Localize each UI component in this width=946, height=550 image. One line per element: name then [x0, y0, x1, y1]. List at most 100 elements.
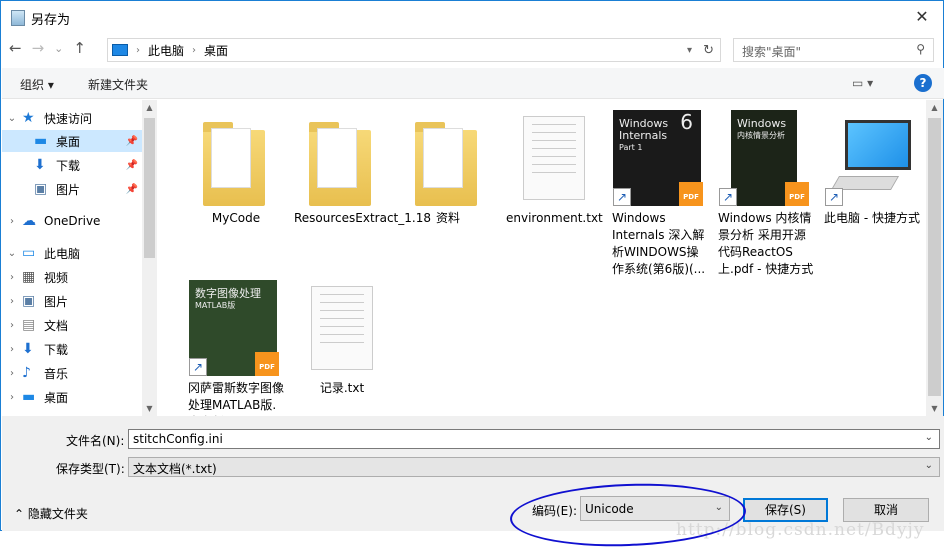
- expand-chevron-icon[interactable]: ›: [2, 216, 22, 227]
- text-file-icon: [311, 286, 373, 370]
- view-options-button[interactable]: ▭ ▾: [852, 76, 873, 90]
- sidebar-item[interactable]: ⌄ ★ 快速访问: [2, 107, 142, 129]
- file-item[interactable]: 资料: [396, 110, 496, 227]
- sidebar-item-label: 图片: [56, 182, 81, 197]
- sidebar-item[interactable]: › ▤ 文档: [2, 314, 142, 336]
- expand-chevron-icon[interactable]: ⌄: [2, 113, 22, 124]
- download-icon: ⬇: [34, 157, 46, 173]
- pin-icon[interactable]: 📌: [126, 184, 138, 195]
- download-icon: ⬇: [22, 341, 34, 357]
- encoding-label: 编码(E):: [532, 504, 577, 518]
- chevron-down-icon[interactable]: ⌄: [925, 432, 933, 443]
- chevron-down-icon: ⌄: [714, 502, 723, 513]
- save-button[interactable]: 保存(S): [743, 498, 828, 522]
- file-item[interactable]: environment.txt: [502, 110, 603, 227]
- sidebar-item[interactable]: › ♪ 音乐: [2, 362, 142, 384]
- back-button[interactable]: ←: [9, 39, 22, 57]
- recent-locations-button[interactable]: ⌄: [54, 42, 63, 55]
- new-folder-button[interactable]: 新建文件夹: [88, 76, 148, 93]
- help-button[interactable]: ?: [914, 74, 932, 92]
- file-name: 资料: [435, 211, 460, 225]
- filename-input[interactable]: stitchConfig.ini ⌄: [128, 429, 940, 449]
- toolbar: 组织 ▾ 新建文件夹 ▭ ▾ ?: [2, 68, 944, 99]
- file-list: MyCode ResourcesExtract_1.18 资料 environment…: [161, 100, 926, 416]
- sidebar-item[interactable]: › ▬ 桌面: [2, 386, 142, 408]
- pdf-badge-icon: PDF: [255, 352, 279, 376]
- expand-chevron-icon[interactable]: ›: [2, 296, 22, 307]
- file-item[interactable]: 数字图像处理MATLAB版↗PDF冈萨雷斯数字图像处理MATLAB版.中文版..…: [184, 280, 284, 416]
- video-icon: ▦: [22, 269, 36, 285]
- computer-icon: [112, 44, 128, 56]
- watermark: http://blog.csdn.net/Bdyjy: [676, 520, 925, 540]
- file-item[interactable]: Windows 内核情景分析 ↗ PDF Windows 内核情景分析 采用开源代码Re…: [714, 110, 814, 278]
- close-button[interactable]: ✕: [907, 3, 937, 31]
- file-name: 此电脑 - 快捷方式: [824, 211, 920, 225]
- expand-chevron-icon[interactable]: ›: [2, 392, 22, 403]
- file-item[interactable]: MyCode: [184, 110, 284, 227]
- shortcut-arrow-icon: ↗: [825, 188, 843, 206]
- title-bar: 另存为: [11, 7, 70, 29]
- folder-icon: [203, 122, 265, 206]
- filename-label: 文件名(N):: [66, 434, 125, 448]
- cancel-button[interactable]: 取消: [843, 498, 929, 522]
- hide-folders-button[interactable]: ⌃ 隐藏文件夹: [14, 505, 88, 522]
- sidebar-item-label: 音乐: [44, 366, 69, 381]
- organize-button[interactable]: 组织 ▾: [20, 76, 54, 93]
- computer-icon: [845, 120, 911, 170]
- breadcrumb-desktop[interactable]: 桌面: [204, 42, 228, 59]
- refresh-icon[interactable]: ↻: [703, 43, 714, 58]
- expand-chevron-icon[interactable]: ›: [2, 320, 22, 331]
- sidebar-item-label: 桌面: [56, 134, 81, 149]
- file-name: environment.txt: [506, 211, 603, 225]
- file-type-select[interactable]: 文本文档(*.txt) ⌄: [128, 457, 940, 477]
- sidebar-scrollbar[interactable]: ▲ ▼: [142, 100, 157, 416]
- pdf-badge-icon: PDF: [679, 182, 703, 206]
- file-name: 冈萨雷斯数字图像处理MATLAB版.中文版...df: [188, 381, 285, 416]
- expand-chevron-icon[interactable]: ⌄: [2, 248, 22, 259]
- sidebar-item[interactable]: ⬇ 下载 📌: [2, 154, 142, 176]
- address-bar[interactable]: › 此电脑 › 桌面 ▾ ↻: [107, 38, 721, 62]
- file-item[interactable]: 记录.txt: [290, 280, 390, 397]
- file-item[interactable]: Windows Internals Part 1 6 ↗ PDF Windows Inte…: [608, 110, 708, 278]
- content-scrollbar[interactable]: ▲ ▼: [926, 100, 943, 416]
- sidebar-item[interactable]: › ▦ 视频: [2, 266, 142, 288]
- pdf-badge-icon: PDF: [785, 182, 809, 206]
- pictures-icon: ▣: [34, 181, 48, 197]
- pictures-icon: ▣: [22, 293, 36, 309]
- sidebar-item[interactable]: ⌄ ▭ 此电脑: [2, 242, 142, 264]
- breadcrumb-this-pc[interactable]: 此电脑: [148, 42, 184, 59]
- chevron-down-icon[interactable]: ▾: [687, 45, 692, 56]
- file-item[interactable]: ↗ 此电脑 - 快捷方式: [820, 110, 920, 227]
- text-file-icon: [523, 116, 585, 200]
- sidebar-item[interactable]: › ⬇ 下载: [2, 338, 142, 360]
- up-button[interactable]: ↑: [73, 39, 86, 57]
- expand-chevron-icon[interactable]: ›: [2, 368, 22, 379]
- chevron-up-icon: ⌃: [14, 507, 28, 521]
- sidebar-item-label: 此电脑: [44, 246, 81, 261]
- sidebar-item[interactable]: › ☁ OneDrive: [2, 210, 142, 232]
- pin-icon[interactable]: 📌: [126, 136, 138, 147]
- sidebar-item-label: 下载: [56, 158, 81, 173]
- navigation-pane: ⌄ ★ 快速访问 ▬ 桌面 📌 ⬇ 下载 📌 ▣ 图片 📌 › ☁ OneDrive ⌄ ▭ 此电脑 › ▦ 视频 › ▣ 图…: [2, 100, 142, 416]
- desktop-icon: ▬: [34, 133, 48, 149]
- shortcut-arrow-icon: ↗: [189, 358, 207, 376]
- pin-icon[interactable]: 📌: [126, 160, 138, 171]
- sidebar-item-label: 文档: [44, 318, 69, 333]
- notepad-icon: [11, 10, 25, 26]
- sidebar-item-label: 桌面: [44, 390, 69, 405]
- shortcut-arrow-icon: ↗: [613, 188, 631, 206]
- forward-button[interactable]: →: [32, 39, 45, 57]
- expand-chevron-icon[interactable]: ›: [2, 272, 22, 283]
- save-as-dialog: 另存为 ✕ ← → ⌄ ↑ › 此电脑 › 桌面 ▾ ↻ 搜索"桌面" ⚲ 组织…: [0, 0, 944, 531]
- sidebar-item[interactable]: ▬ 桌面 📌: [2, 130, 142, 152]
- file-name: 记录.txt: [319, 381, 365, 395]
- expand-chevron-icon[interactable]: ›: [2, 344, 22, 355]
- file-item[interactable]: ResourcesExtract_1.18: [290, 110, 431, 227]
- window-title: 另存为: [31, 12, 71, 28]
- sidebar-item[interactable]: › ▣ 图片: [2, 290, 142, 312]
- folder-icon: [415, 122, 477, 206]
- search-icon[interactable]: ⚲: [916, 42, 925, 56]
- encoding-select[interactable]: Unicode ⌄: [580, 496, 730, 521]
- search-input[interactable]: 搜索"桌面" ⚲: [733, 38, 934, 62]
- sidebar-item[interactable]: ▣ 图片 📌: [2, 178, 142, 200]
